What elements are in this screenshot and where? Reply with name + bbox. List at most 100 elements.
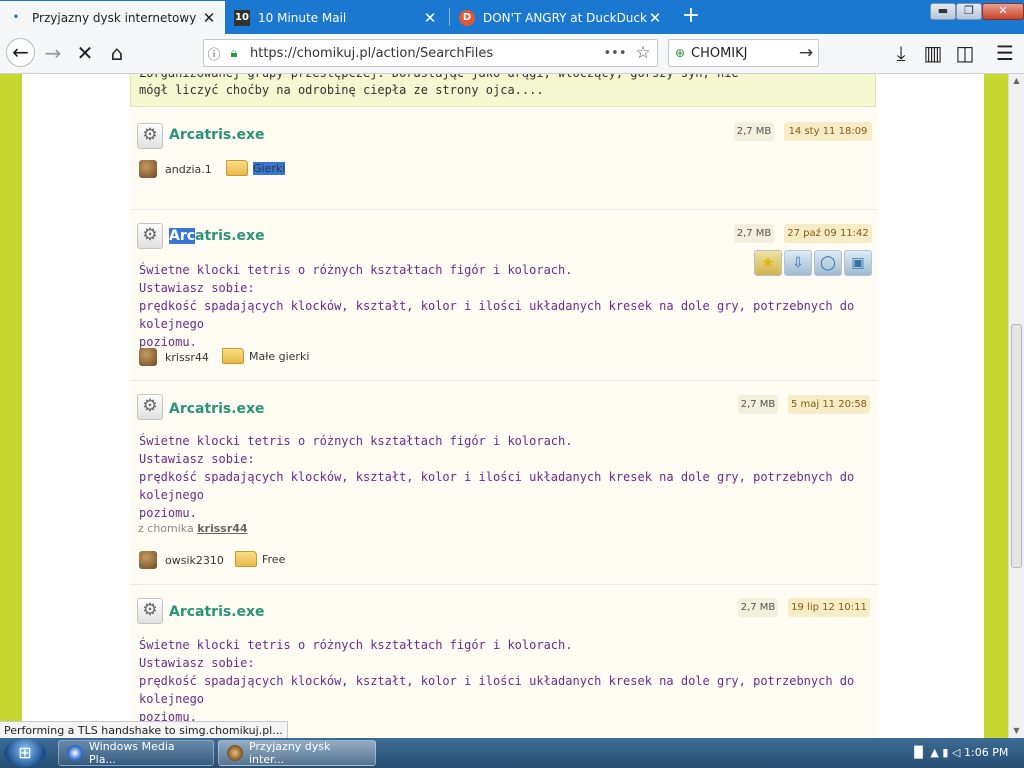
close-tab-icon[interactable]: ✕ — [647, 9, 663, 27]
user-avatar-icon — [139, 160, 157, 178]
search-input[interactable]: CHOMIKJ — [691, 46, 794, 61]
start-button[interactable]: ⊞ — [4, 739, 46, 767]
sidebar-icon[interactable]: ◫ — [950, 38, 980, 68]
maximize-button[interactable]: ❐ — [956, 3, 982, 20]
gear-icon[interactable]: ⚙ — [137, 394, 163, 420]
file-result: ⚙ Arcatris.exe 2,7 MB 5 maj 11 20:58 Świ… — [130, 381, 878, 585]
description-line: Świetne klocki tetris o różnych kształta… — [139, 263, 573, 277]
file-result: ⚙ Arcatris.exe 2,7 MB 14 sty 11 18:09 an… — [130, 110, 878, 210]
minimize-button[interactable]: ▬ — [930, 3, 956, 20]
taskbar-item-media-player[interactable]: Windows Media Pla... — [58, 740, 214, 766]
file-size-badge: 2,7 MB — [734, 224, 774, 243]
description-line: prędkość spadających klocków, kształt, k… — [139, 470, 855, 502]
owner-link[interactable]: krissr44 — [139, 348, 209, 366]
tab-10minutemail[interactable]: 10 10 Minute Mail ✕ — [226, 1, 446, 34]
description-line: prędkość spadających klocków, kształt, k… — [139, 674, 855, 706]
file-date-badge: 5 maj 11 20:58 — [788, 395, 870, 414]
search-bar[interactable]: ⊕ CHOMIKJ → — [668, 39, 819, 67]
vertical-scrollbar[interactable]: ▲ ▼ — [1008, 74, 1024, 738]
url-bar[interactable]: ⓘ 🔒︎ https://chomikuj.pl/action/SearchFi… — [203, 39, 658, 67]
bookmark-star-icon[interactable]: ☆ — [629, 43, 657, 63]
close-tab-icon[interactable]: ✕ — [422, 9, 438, 27]
chomikuj-favicon: • — [12, 12, 20, 23]
file-description: Świetne klocki tetris o różnych kształta… — [139, 261, 859, 351]
page-viewport: Zorganizowanej grupy przestępczej. Doras… — [0, 74, 1008, 738]
description-line: poziomu. — [139, 506, 197, 520]
folder-name[interactable]: Gierki — [253, 161, 286, 175]
owner-link[interactable]: andzia.1 — [139, 160, 212, 178]
home-button[interactable]: ⌂ — [102, 38, 132, 68]
folder-name[interactable]: Małe gierki — [249, 350, 309, 363]
gear-icon[interactable]: ⚙ — [137, 598, 163, 624]
owner-name[interactable]: owsik2310 — [165, 554, 224, 567]
gear-icon[interactable]: ⚙ — [137, 223, 163, 249]
gear-icon[interactable]: ⚙ — [137, 123, 163, 149]
close-tab-icon[interactable]: ✕ — [201, 9, 217, 27]
description-line: mógł liczyć choćby na odrobinę ciepła ze… — [139, 83, 544, 97]
previous-file-description: Zorganizowanej grupy przestępczej. Doras… — [130, 74, 876, 107]
clock[interactable]: 1:06 PM — [964, 746, 1008, 759]
tab-strip: • Przyjazny dysk internetowy - Chomikuj.… — [0, 0, 1024, 34]
file-name-link[interactable]: Arcatris.exe — [169, 127, 265, 143]
taskbar: ⊞ Windows Media Pla... Przyjazny dysk in… — [0, 738, 1024, 768]
folder-link[interactable]: Gierki — [226, 160, 286, 176]
scroll-down-icon[interactable]: ▼ — [1009, 724, 1024, 738]
scroll-up-icon[interactable]: ▲ — [1009, 74, 1024, 88]
downloads-icon[interactable]: ⤓ — [886, 38, 916, 68]
new-tab-button[interactable]: + — [678, 4, 704, 30]
file-name-link[interactable]: Arcatris.exe — [169, 401, 265, 417]
file-date-badge: 14 sty 11 18:09 — [784, 122, 872, 141]
owner-link[interactable]: owsik2310 — [139, 551, 224, 569]
taskbar-item-browser[interactable]: Przyjazny dysk inter... — [218, 740, 376, 766]
page-right-border — [984, 74, 1008, 738]
description-line: Ustawiasz sobie: — [139, 452, 255, 466]
file-size-badge: 2,7 MB — [738, 395, 778, 414]
system-tray-icons[interactable]: ▐▌ ▲ ▮ ◁ — [910, 746, 960, 759]
file-date-badge: 19 lip 12 10:11 — [788, 598, 870, 617]
close-window-button[interactable]: ✕ — [982, 3, 1024, 20]
tab-chomikuj[interactable]: • Przyjazny dysk internetowy - Chomikuj.… — [0, 1, 225, 34]
forward-button[interactable]: → — [38, 38, 68, 68]
stop-button[interactable]: ✕ — [70, 38, 100, 68]
page-actions-icon[interactable]: ••• — [601, 46, 629, 61]
file-name-link[interactable]: Arcatris.exe — [169, 604, 265, 620]
scrollbar-thumb[interactable] — [1011, 324, 1022, 568]
owner-name[interactable]: krissr44 — [165, 351, 209, 364]
file-description: Świetne klocki tetris o różnych kształta… — [139, 636, 859, 726]
file-date-badge: 27 paź 09 11:42 — [784, 224, 872, 243]
file-result: ⚙ Arcatris.exe 2,7 MB 19 lip 12 10:11 Św… — [130, 585, 878, 738]
folder-icon — [226, 160, 248, 176]
tab-title: 10 Minute Mail — [258, 10, 347, 25]
file-name-link[interactable]: Arcatris.exe — [169, 228, 265, 244]
url-text[interactable]: https://chomikuj.pl/action/SearchFiles — [250, 46, 601, 61]
folder-name[interactable]: Free — [262, 553, 285, 566]
info-icon[interactable]: ⓘ — [204, 44, 224, 63]
from-label: z chomika — [138, 522, 194, 535]
lock-icon[interactable]: 🔒︎ — [224, 46, 244, 61]
menu-icon[interactable]: ☰ — [990, 38, 1020, 68]
back-button[interactable]: ← — [6, 38, 35, 67]
file-size-badge: 2,7 MB — [738, 598, 778, 617]
folder-link[interactable]: Małe gierki — [222, 348, 309, 364]
user-avatar-icon — [139, 551, 157, 569]
duckduckgo-favicon: D — [459, 9, 475, 26]
tab-separator — [449, 8, 450, 26]
file-description: Świetne klocki tetris o różnych kształta… — [139, 432, 859, 522]
selected-text: Arc — [169, 228, 196, 244]
description-line: Świetne klocki tetris o różnych kształta… — [139, 434, 573, 448]
taskbar-item-label: Windows Media Pla... — [89, 740, 175, 766]
user-avatar-icon — [139, 348, 157, 366]
search-engine-icon[interactable]: ⊕ — [669, 46, 691, 60]
owner-name[interactable]: andzia.1 — [165, 163, 212, 176]
nav-bar: ← → ✕ ⌂ ⓘ 🔒︎ https://chomikuj.pl/action/… — [0, 34, 1024, 74]
folder-link[interactable]: Free — [235, 551, 285, 567]
description-line: prędkość spadających klocków, kształt, k… — [139, 299, 855, 331]
from-user-link[interactable]: krissr44 — [197, 522, 247, 535]
tab-duckduckgo[interactable]: D DON'T ANGRY at DuckDuckGo ✕ — [451, 1, 671, 34]
tab-title: DON'T ANGRY at DuckDuckGo — [483, 10, 647, 25]
description-line: Ustawiasz sobie: — [139, 281, 255, 295]
search-go-icon[interactable]: → — [794, 43, 818, 63]
library-icon[interactable]: ▥ — [918, 38, 948, 68]
folder-icon — [222, 348, 244, 364]
description-line: Zorganizowanej grupy przestępczej. Doras… — [139, 74, 867, 82]
